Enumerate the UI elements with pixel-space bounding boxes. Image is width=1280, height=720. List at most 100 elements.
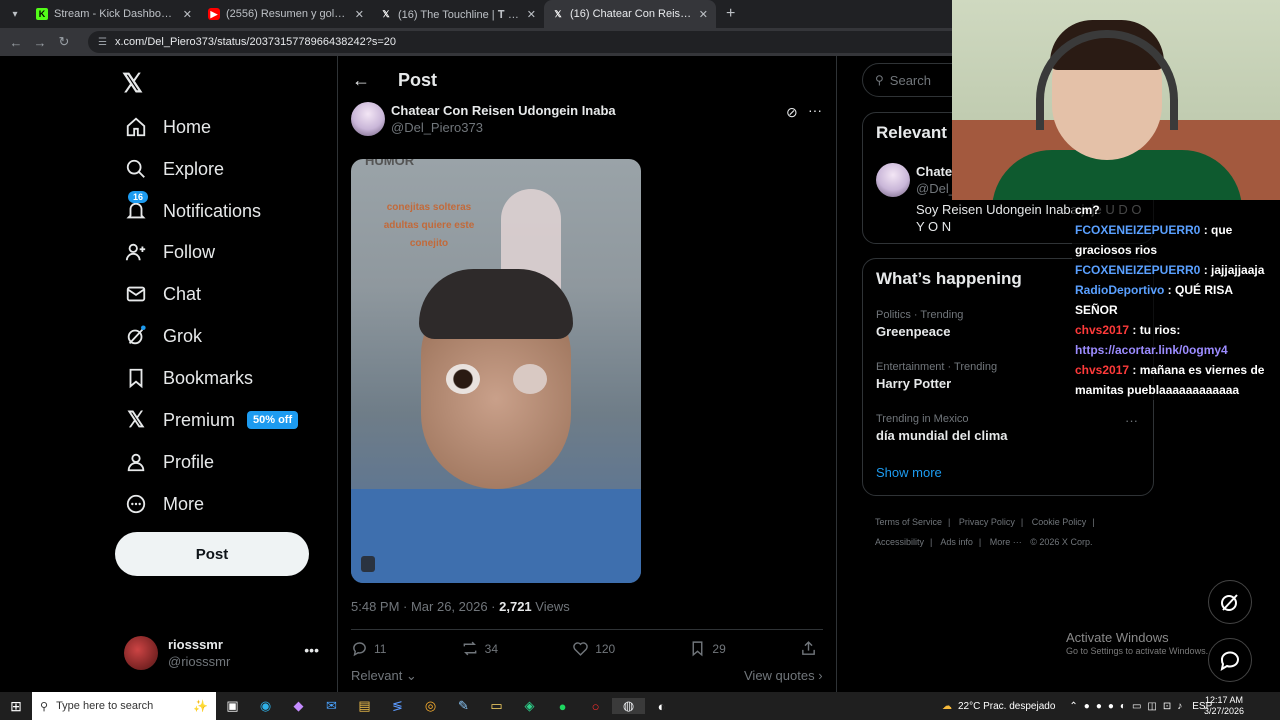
chat-text: : jajjajjaaja <box>1200 263 1265 277</box>
show-more-link[interactable]: Show more <box>876 465 942 480</box>
post-detail: ← Post Chatear Con Reisen Udongein Inaba… <box>338 56 837 692</box>
post-button[interactable]: Post <box>115 532 309 576</box>
post-video[interactable]: HUMOR conejitas solteras adultas quiere … <box>351 159 641 583</box>
trend-item[interactable]: Politics · Trending Greenpeace <box>876 309 963 339</box>
tab-touchline[interactable]: 𝕏 (16) The Touchline | 𝐓 on X: "新 ✕ <box>372 0 544 28</box>
reply-button[interactable]: 11 <box>351 640 386 657</box>
messages-fab-button[interactable] <box>1208 638 1252 682</box>
taskbar-search-input[interactable]: ⚲ Type here to search ✨ <box>32 692 216 720</box>
back-arrow-icon[interactable]: ← <box>4 35 28 50</box>
site-info-icon[interactable]: ☰ <box>98 37 107 48</box>
outlook-icon[interactable]: ✉ <box>315 698 348 714</box>
close-icon[interactable]: ✕ <box>355 8 364 21</box>
share-button[interactable] <box>800 640 823 657</box>
repost-button[interactable]: 34 <box>461 640 498 657</box>
activate-title: Activate Windows <box>1066 630 1169 645</box>
file-explorer-icon[interactable]: ▭ <box>480 698 513 714</box>
sidebar-item-notifications[interactable]: 16 Notifications <box>124 191 262 229</box>
youtube-icon: ▶ <box>208 8 220 20</box>
close-icon[interactable]: ✕ <box>527 8 536 21</box>
sidebar-item-grok[interactable]: Grok <box>124 318 202 354</box>
sidebar-item-premium[interactable]: 𝕏 Premium 50% off <box>124 402 299 438</box>
chat-message: FCOXENEIZEPUERR0 : que graciosos rios <box>1072 220 1280 260</box>
edge-icon[interactable]: ◉ <box>249 698 282 714</box>
footer-link[interactable]: More ··· <box>990 537 1022 547</box>
trend-item[interactable]: Trending in Mexico día mundial del clima <box>876 413 1007 443</box>
author-handle[interactable]: @Del_Piero373 <box>391 119 616 136</box>
vscode-icon[interactable]: ≶ <box>381 698 414 714</box>
chat-user: FCOXENEIZEPUERR0 <box>1075 263 1201 277</box>
post-author[interactable]: Chatear Con Reisen Udongein Inaba @Del_P… <box>351 102 616 136</box>
new-tab-button[interactable]: + <box>726 5 735 23</box>
view-quotes-link[interactable]: View quotes › <box>744 668 823 683</box>
share-icon <box>802 641 815 655</box>
post-time[interactable]: 5:48 PM · Mar 26, 2026 · <box>351 599 499 614</box>
weather-text[interactable]: 22°C Prac. despejado <box>958 701 1055 712</box>
footer-link[interactable]: Terms of Service <box>875 517 942 527</box>
bell-icon: 16 <box>124 191 149 223</box>
obs-icon[interactable]: ◐ <box>645 699 678 714</box>
close-icon[interactable]: ✕ <box>183 8 192 21</box>
sidebar-item-profile[interactable]: Profile <box>124 444 214 480</box>
reply-sort-dropdown[interactable]: Relevant ⌄ <box>351 668 417 684</box>
sidebar-item-bookmarks[interactable]: Bookmarks <box>124 360 253 396</box>
close-icon[interactable]: ✕ <box>699 8 708 21</box>
footer-link[interactable]: Privacy Policy <box>959 517 1015 527</box>
video-control-icon[interactable] <box>361 556 375 572</box>
sidebar-item-more[interactable]: More <box>124 486 204 522</box>
activate-windows-watermark: Activate Windows Go to Settings to activ… <box>1066 630 1208 656</box>
profile-icon <box>124 450 148 474</box>
spotify-icon[interactable]: ● <box>546 699 579 714</box>
footer-separator: | <box>948 517 951 527</box>
copilot-icon[interactable]: ◆ <box>282 698 315 714</box>
task-view-icon[interactable]: ▣ <box>216 698 249 714</box>
sidebar-item-label: Notifications <box>163 200 262 221</box>
footer-link[interactable]: Accessibility <box>875 537 924 547</box>
like-button[interactable]: 120 <box>572 640 615 657</box>
tab-title: (16) The Touchline | 𝐓 on X: "新 <box>398 9 521 21</box>
sidebar-item-chat[interactable]: Chat <box>124 276 201 312</box>
x-logo-icon[interactable]: 𝕏 <box>122 68 143 99</box>
more-circle-icon <box>124 492 148 516</box>
bookmark-button[interactable]: 29 <box>689 640 726 657</box>
sidebar-item-label: Follow <box>163 241 216 262</box>
trend-item[interactable]: Entertainment · Trending Harry Potter <box>876 361 997 391</box>
footer-link[interactable]: Cookie Policy <box>1032 517 1087 527</box>
sidebar-item-home[interactable]: Home <box>124 109 211 145</box>
tab-title: (16) Chatear Con Reisen Udong <box>570 8 693 20</box>
tray-icons[interactable]: ⌃●●●◐▭◫⊡♪ <box>1069 701 1188 712</box>
forward-arrow-icon[interactable]: → <box>28 35 52 50</box>
reload-icon[interactable]: ↻ <box>52 34 76 50</box>
store-icon[interactable]: ▤ <box>348 698 381 714</box>
windows-start-icon[interactable]: ⊞ <box>0 698 32 715</box>
firefox-icon[interactable]: ◎ <box>414 698 447 714</box>
app-icon[interactable]: ◈ <box>513 698 546 714</box>
tab-youtube[interactable]: ▶ (2556) Resumen y goles - Bolivi ✕ <box>200 0 372 28</box>
avatar[interactable] <box>876 163 910 197</box>
author-name[interactable]: Chatear Con Reisen Udongein Inaba <box>391 102 616 119</box>
footer-separator: | <box>930 537 933 547</box>
view-quotes-label: View quotes <box>744 668 815 683</box>
windows-taskbar: ⊞ ⚲ Type here to search ✨ ▣ ◉ ◆ ✉ ▤ ≶ ◎ … <box>0 692 1280 720</box>
more-dots-icon[interactable]: ··· <box>808 102 822 118</box>
tab-current[interactable]: 𝕏 (16) Chatear Con Reisen Udong ✕ <box>544 0 716 28</box>
grok-explain-icon[interactable]: ⊘ <box>786 104 798 121</box>
opera-icon[interactable]: ○ <box>579 699 612 714</box>
more-dots-icon[interactable]: ••• <box>304 642 319 658</box>
address-bar[interactable]: ☰ x.com/Del_Piero373/status/203731577896… <box>88 31 1028 53</box>
tab-search-button[interactable]: ▾ <box>2 4 28 24</box>
tab-kick[interactable]: K Stream - Kick Dashboard ✕ <box>28 0 200 28</box>
chrome-icon[interactable]: ◍ <box>612 698 645 714</box>
back-arrow-icon[interactable]: ← <box>352 70 372 91</box>
sidebar-item-follow[interactable]: Follow <box>124 234 215 270</box>
account-switcher[interactable]: riosssmr @riosssmr ••• <box>124 636 324 670</box>
more-dots-icon[interactable]: ··· <box>1125 413 1138 428</box>
chat-bubble-icon <box>1220 651 1239 672</box>
avatar[interactable] <box>351 102 385 136</box>
grok-fab-button[interactable] <box>1208 580 1252 624</box>
footer-link[interactable]: Ads info <box>940 537 973 547</box>
notepad-icon[interactable]: ✎ <box>447 698 480 714</box>
sidebar-item-explore[interactable]: Explore <box>124 151 224 187</box>
x-icon: 𝕏 <box>382 8 390 19</box>
taskbar-clock[interactable]: 12:17 AM 3/27/2026 <box>1204 695 1244 717</box>
